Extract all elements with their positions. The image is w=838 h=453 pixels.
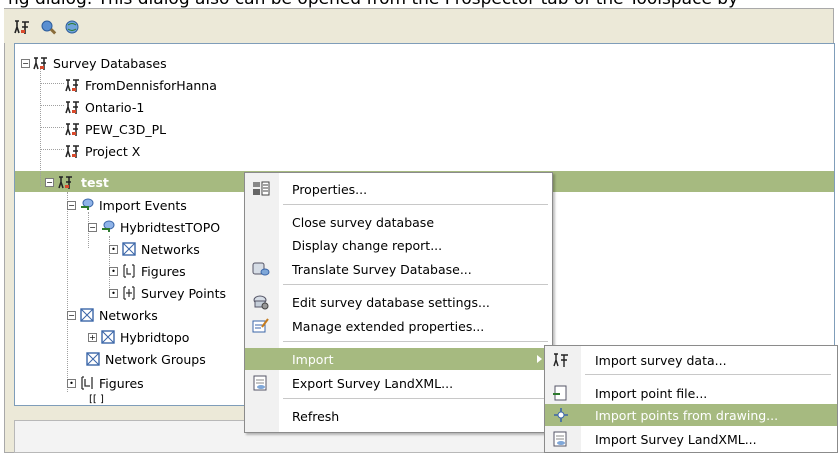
figures-icon — [121, 263, 137, 279]
expand-icon[interactable]: • — [109, 288, 118, 298]
expand-icon[interactable]: • — [109, 244, 118, 254]
tree-item-figures[interactable]: • Figures — [67, 372, 144, 394]
tree-item-database[interactable]: PEW_C3D_PL — [65, 118, 166, 140]
expand-icon[interactable]: + — [88, 332, 97, 342]
tree-item-hybridtopo[interactable]: + Hybridtopo — [88, 326, 189, 348]
menu-item-import[interactable]: Import — [245, 348, 552, 370]
database-icon — [58, 174, 74, 190]
tree-item-database[interactable]: Ontario-1 — [65, 96, 144, 118]
tree-item-partial: [[ ] — [89, 393, 104, 405]
translate-database-icon — [251, 259, 271, 279]
database-icon — [65, 99, 81, 115]
import-event-icon — [100, 219, 116, 235]
menu-item-export-survey-landxml[interactable]: Export Survey LandXML... — [245, 372, 552, 394]
menu-item-properties[interactable]: Properties... — [245, 178, 552, 200]
tree-item-survey-databases[interactable]: − Survey Databases — [21, 52, 167, 74]
tree-item-test-label: test — [78, 173, 112, 191]
tree-item-event-networks[interactable]: • Networks — [109, 238, 200, 260]
networks-icon — [121, 241, 137, 257]
network-icon — [100, 329, 116, 345]
view-icon[interactable] — [38, 17, 58, 37]
menu-item-import-point-file[interactable]: Import point file... — [545, 382, 837, 404]
toolbar — [4, 9, 833, 43]
menu-item-import-points-from-drawing[interactable]: Import points from drawing... — [545, 404, 837, 426]
import-points-drawing-icon — [551, 405, 571, 425]
import-submenu: Import survey data... Import point file.… — [544, 345, 838, 453]
import-survey-data-icon — [551, 350, 571, 370]
tree-item-import-event[interactable]: − HybridtestTOPO — [88, 216, 220, 238]
tree-item-networks[interactable]: − Networks — [67, 304, 158, 326]
expand-icon[interactable]: • — [109, 266, 118, 276]
collapse-icon[interactable]: − — [88, 222, 97, 232]
menu-item-edit-survey-database-settings[interactable]: Edit survey database settings... — [245, 291, 552, 313]
globe-icon[interactable] — [62, 17, 82, 37]
survey-databases-icon — [33, 55, 49, 71]
collapse-icon[interactable]: − — [45, 177, 54, 187]
survey-points-icon — [121, 285, 137, 301]
import-point-file-icon — [551, 383, 571, 403]
manage-properties-icon — [251, 316, 271, 336]
import-landxml-icon — [551, 429, 571, 449]
tree-item-event-survey-points[interactable]: • Survey Points — [109, 282, 226, 304]
submenu-arrow-icon — [537, 355, 542, 363]
menu-item-translate-survey-database[interactable]: Translate Survey Database... — [245, 258, 552, 280]
collapse-icon[interactable]: − — [21, 58, 30, 68]
tree-item-database[interactable]: FromDennisforHanna — [65, 74, 217, 96]
menu-item-refresh[interactable]: Refresh — [245, 405, 552, 427]
tree-item-network-groups[interactable]: Network Groups — [85, 348, 206, 370]
tree-item-database[interactable]: Project X — [65, 140, 140, 162]
caption-fragment: ng dialog. This dialog also can be opene… — [0, 0, 838, 8]
tree-item-event-figures[interactable]: • Figures — [109, 260, 186, 282]
edit-settings-icon — [251, 292, 271, 312]
database-icon — [65, 121, 81, 137]
properties-icon — [251, 179, 271, 199]
context-menu: Properties... Close survey database Disp… — [244, 172, 553, 433]
tree-item-test[interactable]: − test — [45, 171, 112, 193]
database-icon — [65, 143, 81, 159]
collapse-icon[interactable]: − — [67, 310, 76, 320]
menu-item-display-change-report[interactable]: Display change report... — [245, 234, 552, 256]
menu-item-import-survey-data[interactable]: Import survey data... — [545, 349, 837, 371]
database-icon — [65, 77, 81, 93]
figures-icon — [79, 375, 95, 391]
networks-icon — [79, 307, 95, 323]
export-landxml-icon — [251, 373, 271, 393]
import-events-icon — [79, 197, 95, 213]
survey-databases-icon[interactable] — [12, 17, 32, 37]
menu-item-manage-extended-properties[interactable]: Manage extended properties... — [245, 315, 552, 337]
collapse-icon[interactable]: − — [67, 200, 76, 210]
menu-item-import-survey-landxml[interactable]: Import Survey LandXML... — [545, 428, 837, 450]
network-groups-icon — [85, 351, 101, 367]
menu-item-close-survey-database[interactable]: Close survey database — [245, 211, 552, 233]
expand-icon[interactable]: • — [67, 378, 76, 388]
tree-item-import-events[interactable]: − Import Events — [67, 194, 187, 216]
